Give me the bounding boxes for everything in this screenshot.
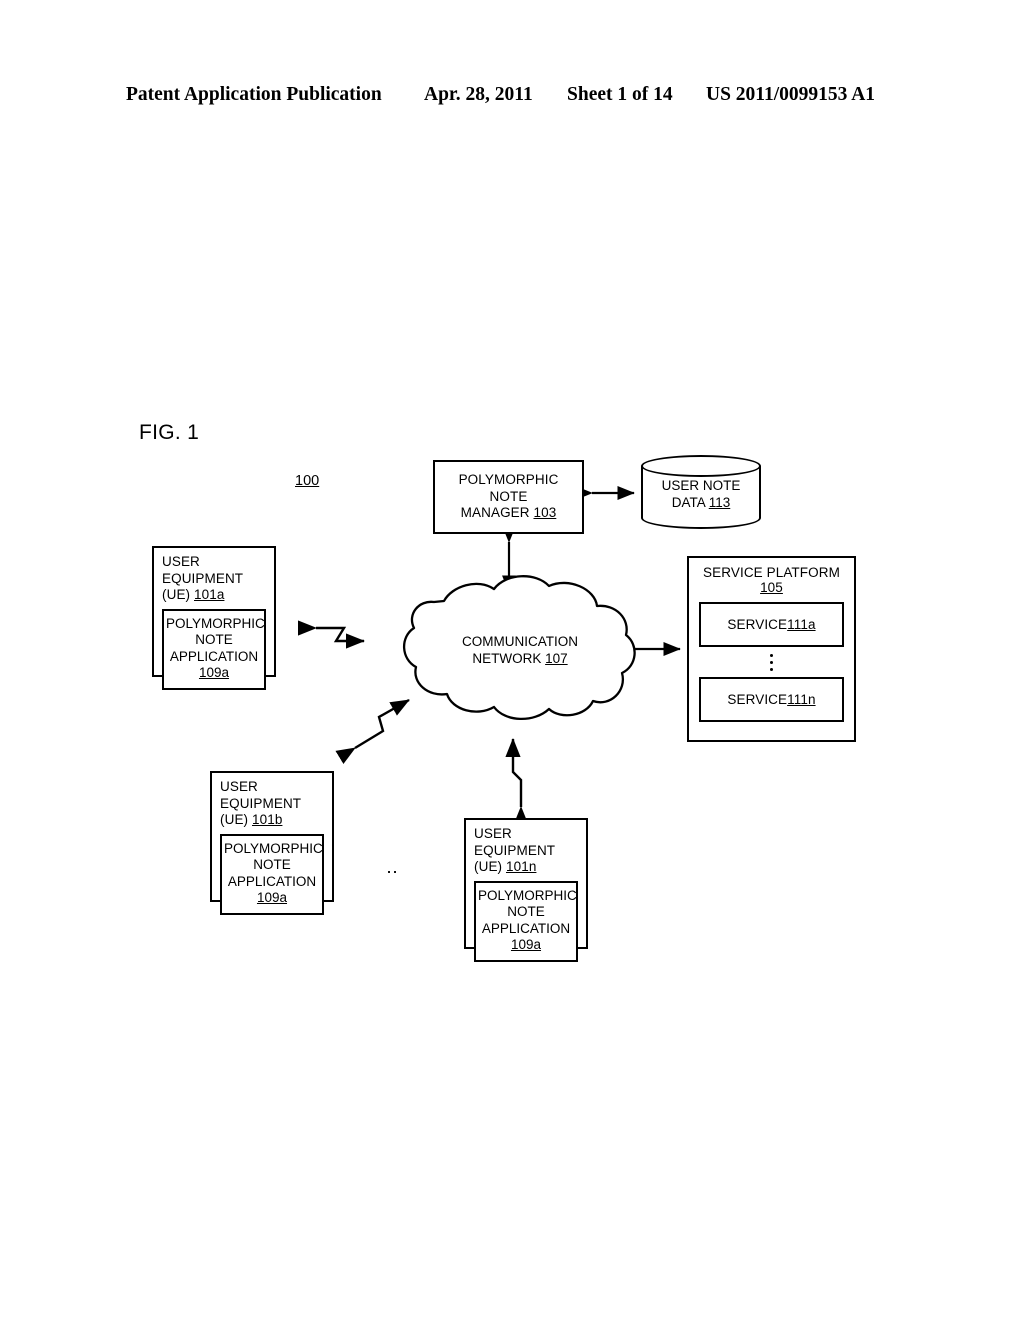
ue-101b-title: USER EQUIPMENT (UE) 101b — [220, 779, 324, 829]
polymorphic-note-application-109a-in-101b[interactable]: POLYMORPHIC NOTE APPLICATION 109a — [220, 833, 324, 915]
service-111n-ref: 111n — [787, 692, 816, 707]
ellipsis-dot — [770, 653, 773, 657]
app-label-line3: APPLICATION — [227, 873, 317, 889]
communication-network-label: COMMUNICATION NETWORK 107 — [440, 633, 600, 667]
app-ref: 109a — [198, 665, 230, 680]
ue-101a-title-line1: USER EQUIPMENT — [162, 554, 244, 586]
ue-101n-title-line1: USER EQUIPMENT — [474, 826, 556, 858]
network-label-line2: NETWORK — [472, 651, 546, 666]
ellipsis-dot — [770, 660, 773, 664]
manager-label-line1: POLYMORPHIC NOTE — [458, 472, 559, 504]
database-cylinder-top — [641, 455, 761, 477]
polymorphic-note-application-109a-in-101n[interactable]: POLYMORPHIC NOTE APPLICATION 109a — [474, 880, 578, 962]
publication-date: Apr. 28, 2011 — [424, 84, 533, 105]
app-label-line3: APPLICATION — [169, 648, 259, 664]
manager-label-line2: MANAGER — [460, 505, 534, 521]
service-111a-label: SERVICE — [727, 617, 788, 632]
ue-101a-ref: 101a — [194, 587, 225, 602]
ue-101n-title: USER EQUIPMENT (UE) 101n — [474, 826, 578, 876]
polymorphic-note-application-109a-in-101a[interactable]: POLYMORPHIC NOTE APPLICATION 109a — [162, 608, 266, 690]
app-label-line2: NOTE — [507, 904, 545, 919]
service-platform-ref: 105 — [760, 580, 783, 595]
ue-101b-title-line1: USER EQUIPMENT — [220, 779, 302, 811]
connector-ue101b-wireless — [335, 698, 410, 765]
publication-header: Patent Application Publication Apr. 28, … — [0, 84, 1024, 112]
database-ref: 113 — [708, 495, 731, 510]
service-111n-label: SERVICE — [727, 692, 788, 707]
ue-101b-title-line2: (UE) — [220, 812, 252, 827]
app-ref: 109a — [256, 890, 288, 905]
figure-label: FIG. 1 — [139, 421, 200, 444]
ue-boxes-horizontal-ellipsis: ‥ — [386, 857, 401, 877]
service-item-111a[interactable]: SERVICE 111a — [699, 602, 844, 647]
service-platform-box[interactable]: SERVICE PLATFORM 105 SERVICE 111a SERVIC… — [687, 556, 856, 742]
app-label-line2: NOTE — [195, 632, 233, 647]
manager-ref: 103 — [533, 505, 557, 521]
connector-ue101n-wireless — [505, 738, 529, 826]
app-label-line1: POLYMORPHIC — [166, 615, 265, 631]
service-platform-title-text: SERVICE PLATFORM — [703, 565, 840, 580]
user-equipment-101a-box[interactable]: USER EQUIPMENT (UE) 101a POLYMORPHIC NOT… — [152, 546, 276, 690]
publication-number: US 2011/0099153 A1 — [706, 84, 876, 105]
user-equipment-101n-box[interactable]: USER EQUIPMENT (UE) 101n POLYMORPHIC NOT… — [464, 818, 588, 962]
ue-101a-title-line2: (UE) — [162, 587, 194, 602]
service-list-vertical-ellipsis — [699, 647, 844, 677]
database-label-line2: DATA — [671, 495, 709, 510]
app-label-line3: APPLICATION — [481, 920, 571, 936]
app-label-line2: NOTE — [253, 857, 291, 872]
user-equipment-101b-box[interactable]: USER EQUIPMENT (UE) 101b POLYMORPHIC NOT… — [210, 771, 334, 915]
ue-101a-title: USER EQUIPMENT (UE) 101a — [162, 554, 266, 604]
database-label: USER NOTE DATA 113 — [641, 477, 761, 511]
ue-101n-title-line2: (UE) — [474, 859, 506, 874]
app-ref: 109a — [510, 937, 542, 952]
app-label-line1: POLYMORPHIC — [224, 840, 323, 856]
app-label-line1: POLYMORPHIC — [478, 887, 577, 903]
system-reference-numeral: 100 — [295, 473, 320, 489]
connector-ue101a-wireless — [297, 620, 365, 649]
network-ref: 107 — [545, 651, 568, 666]
publication-title: Patent Application Publication — [126, 84, 382, 105]
service-item-111n[interactable]: SERVICE 111n — [699, 677, 844, 722]
polymorphic-note-manager-box[interactable]: POLYMORPHIC NOTE MANAGER 103 — [433, 460, 584, 534]
user-note-data-database[interactable]: USER NOTE DATA 113 — [641, 455, 761, 529]
service-platform-title: SERVICE PLATFORM 105 — [699, 565, 844, 595]
network-label-line1: COMMUNICATION — [462, 634, 578, 649]
ellipsis-dot — [770, 667, 773, 671]
ue-101n-ref: 101n — [506, 859, 537, 874]
sheet-number: Sheet 1 of 14 — [567, 84, 673, 105]
service-111a-ref: 111a — [787, 617, 816, 632]
database-label-line1: USER NOTE — [661, 478, 741, 493]
ue-101b-ref: 101b — [252, 812, 283, 827]
